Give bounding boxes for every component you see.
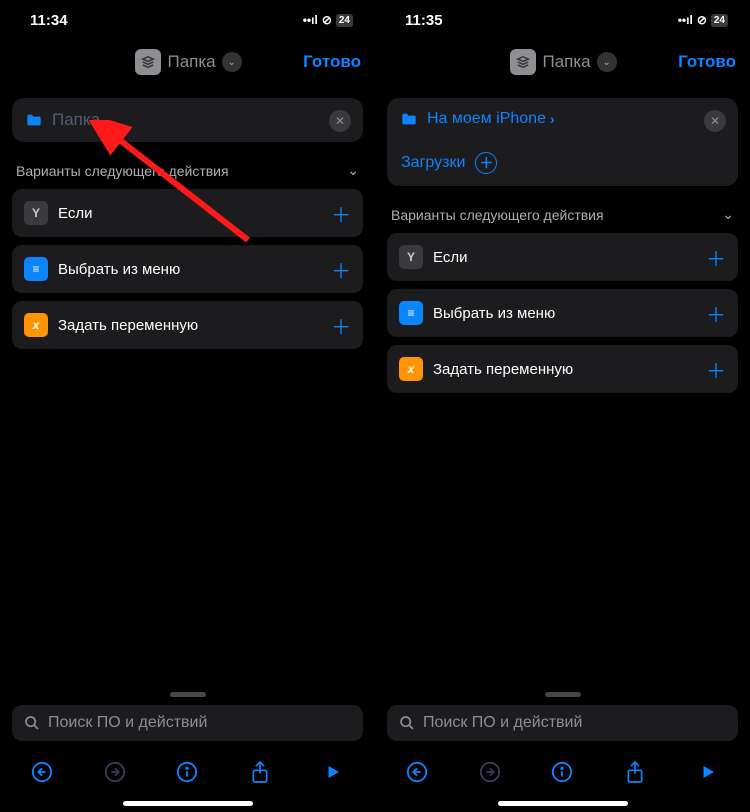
plus-icon[interactable]: ＋ [331, 199, 351, 228]
chevron-right-icon: › [550, 111, 555, 127]
add-path-button[interactable]: ＋ [475, 152, 497, 174]
drag-handle[interactable] [545, 692, 581, 697]
branch-icon: Y [24, 201, 48, 225]
chevron-down-icon[interactable]: ⌄ [597, 52, 617, 72]
nav-bar: Папка ⌄ Готово [0, 40, 375, 84]
suggestion-label: Если [58, 205, 92, 222]
link-icon: ⊘ [697, 13, 707, 27]
status-bar: 11:34 ••ıl ⊘ 24 [0, 0, 375, 40]
search-input[interactable]: Поиск ПО и действий [387, 705, 738, 741]
search-placeholder: Поиск ПО и действий [423, 714, 582, 732]
suggestion-choose-menu[interactable]: ≡ Выбрать из меню ＋ [387, 289, 738, 337]
suggestions-header[interactable]: Варианты следующего действия ⌄ [375, 192, 750, 229]
redo-button [470, 761, 510, 783]
folder-icon [26, 113, 42, 127]
share-button[interactable] [240, 760, 280, 784]
folder-stack-icon [510, 49, 536, 75]
folder-icon [401, 112, 417, 126]
left-screenshot: 11:34 ••ıl ⊘ 24 Папка ⌄ Готово Папка ✕ В… [0, 0, 375, 812]
nav-bar: Папка ⌄ Готово [375, 40, 750, 84]
search-icon [24, 715, 40, 731]
suggestion-set-variable[interactable]: x Задать переменную ＋ [12, 301, 363, 349]
nav-title: Папка [167, 52, 215, 72]
suggestion-choose-menu[interactable]: ≡ Выбрать из меню ＋ [12, 245, 363, 293]
done-button[interactable]: Готово [678, 52, 736, 72]
menu-icon: ≡ [399, 301, 423, 325]
home-indicator[interactable] [498, 801, 628, 806]
info-button[interactable] [542, 761, 582, 783]
suggestions-header-label: Варианты следующего действия [391, 207, 604, 223]
signal-icon: ••ıl [303, 13, 318, 27]
suggestions-header[interactable]: Варианты следующего действия ⌄ [0, 148, 375, 185]
signal-icon: ••ıl [678, 13, 693, 27]
suggestion-label: Выбрать из меню [433, 305, 555, 322]
right-screenshot: 11:35 ••ıl ⊘ 24 Папка ⌄ Готово На моем i… [375, 0, 750, 812]
chevron-down-icon[interactable]: ⌄ [347, 162, 359, 179]
plus-icon[interactable]: ＋ [706, 243, 726, 272]
status-bar: 11:35 ••ıl ⊘ 24 [375, 0, 750, 40]
search-input[interactable]: Поиск ПО и действий [12, 705, 363, 741]
suggestion-if[interactable]: Y Если ＋ [12, 189, 363, 237]
plus-icon[interactable]: ＋ [331, 255, 351, 284]
status-time: 11:35 [405, 12, 443, 29]
clear-icon[interactable]: ✕ [704, 110, 726, 132]
suggestion-label: Если [433, 249, 467, 266]
folder-stack-icon [135, 49, 161, 75]
suggestion-label: Выбрать из меню [58, 261, 180, 278]
battery-icon: 24 [711, 14, 728, 27]
suggestion-if[interactable]: Y Если ＋ [387, 233, 738, 281]
path-segment-root[interactable]: На моем iPhone › [427, 110, 555, 128]
bottom-toolbar [375, 747, 750, 797]
undo-button[interactable] [22, 761, 62, 783]
variable-icon: x [399, 357, 423, 381]
run-button[interactable] [688, 762, 728, 782]
nav-title: Папка [542, 52, 590, 72]
nav-title-group[interactable]: Папка ⌄ [135, 49, 241, 75]
plus-icon[interactable]: ＋ [706, 355, 726, 384]
redo-button [95, 761, 135, 783]
status-time: 11:34 [30, 12, 68, 29]
share-button[interactable] [615, 760, 655, 784]
run-button[interactable] [313, 762, 353, 782]
variable-icon: x [24, 313, 48, 337]
status-indicators: ••ıl ⊘ 24 [303, 13, 353, 27]
search-placeholder: Поиск ПО и действий [48, 714, 207, 732]
done-button[interactable]: Готово [303, 52, 361, 72]
search-icon [399, 715, 415, 731]
plus-icon[interactable]: ＋ [331, 311, 351, 340]
menu-icon: ≡ [24, 257, 48, 281]
action-card[interactable]: Папка ✕ [12, 98, 363, 142]
info-button[interactable] [167, 761, 207, 783]
suggestion-set-variable[interactable]: x Задать переменную ＋ [387, 345, 738, 393]
link-icon: ⊘ [322, 13, 332, 27]
nav-title-group[interactable]: Папка ⌄ [510, 49, 616, 75]
undo-button[interactable] [397, 761, 437, 783]
action-card[interactable]: На моем iPhone › Загрузки ＋ ✕ [387, 98, 738, 186]
folder-placeholder[interactable]: Папка [52, 110, 100, 130]
chevron-down-icon[interactable]: ⌄ [222, 52, 242, 72]
suggestion-label: Задать переменную [58, 317, 198, 334]
suggestions-header-label: Варианты следующего действия [16, 163, 229, 179]
branch-icon: Y [399, 245, 423, 269]
status-indicators: ••ıl ⊘ 24 [678, 13, 728, 27]
plus-icon[interactable]: ＋ [706, 299, 726, 328]
home-indicator[interactable] [123, 801, 253, 806]
battery-icon: 24 [336, 14, 353, 27]
clear-icon[interactable]: ✕ [329, 110, 351, 132]
path-segment-folder[interactable]: Загрузки [401, 154, 465, 172]
chevron-down-icon[interactable]: ⌄ [722, 206, 734, 223]
suggestion-label: Задать переменную [433, 361, 573, 378]
drag-handle[interactable] [170, 692, 206, 697]
bottom-toolbar [0, 747, 375, 797]
